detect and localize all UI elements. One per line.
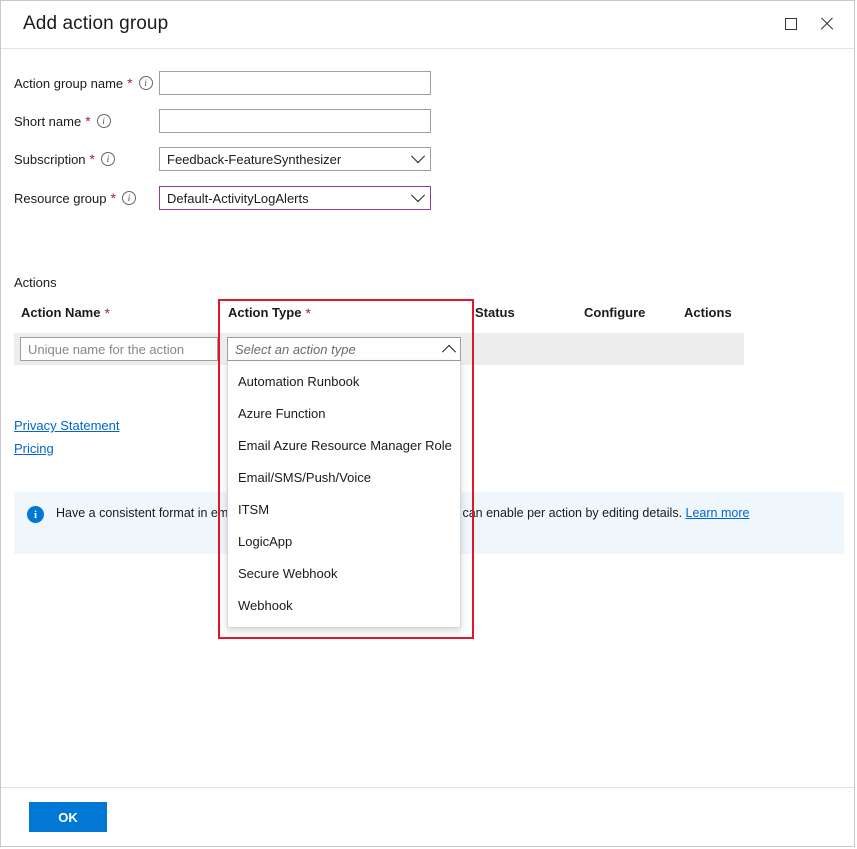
actions-table-header: Action Name * Action Type * Status Confi… <box>14 305 744 331</box>
label-text: Action group name <box>14 76 123 91</box>
document-links: Privacy Statement Pricing <box>14 418 120 464</box>
page-title: Add action group <box>23 13 168 35</box>
required-marker: * <box>111 191 116 205</box>
pricing-link[interactable]: Pricing <box>14 441 54 456</box>
short-name-input[interactable] <box>159 109 431 133</box>
chevron-down-icon <box>411 149 425 163</box>
subscription-value: Feedback-FeatureSynthesizer <box>167 152 341 167</box>
action-type-option[interactable]: Email Azure Resource Manager Role <box>228 429 460 461</box>
action-type-option[interactable]: ITSM <box>228 493 460 525</box>
field-row-short-name: Short name * i <box>14 109 431 133</box>
action-type-option[interactable]: Email/SMS/Push/Voice <box>228 461 460 493</box>
column-header-action-name: Action Name * <box>21 305 110 320</box>
privacy-statement-link[interactable]: Privacy Statement <box>14 418 120 433</box>
blade-footer: OK <box>1 787 854 846</box>
required-marker: * <box>90 152 95 166</box>
resource-group-value: Default-ActivityLogAlerts <box>167 191 309 206</box>
column-header-configure: Configure <box>584 305 645 320</box>
action-type-combobox-field[interactable]: Select an action type <box>227 337 461 361</box>
column-header-actions: Actions <box>684 305 732 320</box>
action-type-option[interactable]: Secure Webhook <box>228 557 460 589</box>
action-type-option[interactable]: Automation Runbook <box>228 365 460 397</box>
label-short-name: Short name * i <box>14 114 159 129</box>
resource-group-select[interactable]: Default-ActivityLogAlerts <box>159 186 431 210</box>
column-label: Status <box>475 305 515 320</box>
chevron-up-icon[interactable] <box>442 345 456 359</box>
label-resource-group: Resource group * i <box>14 191 159 206</box>
action-name-input[interactable] <box>20 337 218 361</box>
action-type-option[interactable]: Azure Function <box>228 397 460 429</box>
close-icon <box>819 16 835 32</box>
info-icon[interactable]: i <box>101 152 115 166</box>
action-type-option[interactable]: Webhook <box>228 589 460 621</box>
label-subscription: Subscription * i <box>14 152 159 167</box>
close-button[interactable] <box>810 7 844 41</box>
learn-more-link[interactable]: Learn more <box>686 506 750 520</box>
required-marker: * <box>104 306 109 320</box>
subscription-select[interactable]: Feedback-FeatureSynthesizer <box>159 147 431 171</box>
column-header-status: Status <box>475 305 515 320</box>
info-icon[interactable]: i <box>139 76 153 90</box>
label-text: Resource group <box>14 191 107 206</box>
chevron-down-icon <box>411 188 425 202</box>
label-action-group-name: Action group name * i <box>14 76 159 91</box>
info-icon[interactable]: i <box>122 191 136 205</box>
required-marker: * <box>305 306 310 320</box>
field-row-subscription: Subscription * i Feedback-FeatureSynthes… <box>14 147 431 171</box>
window-controls <box>774 7 844 41</box>
column-label: Action Type <box>228 305 301 320</box>
actions-section-heading: Actions <box>14 275 57 290</box>
add-action-group-blade: Add action group Action group name * i S… <box>0 0 855 847</box>
blade-content: Action group name * i Short name * i Sub… <box>1 49 854 789</box>
maximize-icon <box>785 18 797 30</box>
column-label: Actions <box>684 305 732 320</box>
field-row-resource-group: Resource group * i Default-ActivityLogAl… <box>14 186 431 210</box>
titlebar: Add action group <box>1 1 854 49</box>
field-row-action-group-name: Action group name * i <box>14 71 431 95</box>
column-header-action-type: Action Type * <box>228 305 311 320</box>
maximize-button[interactable] <box>774 7 808 41</box>
action-type-option-list: Automation Runbook Azure Function Email … <box>227 361 461 628</box>
action-type-combobox: Select an action type Automation Runbook… <box>227 337 461 628</box>
label-text: Subscription <box>14 152 86 167</box>
action-group-name-input[interactable] <box>159 71 431 95</box>
label-text: Short name <box>14 114 81 129</box>
info-circle-icon: i <box>27 506 44 523</box>
ok-button[interactable]: OK <box>29 802 107 832</box>
required-marker: * <box>127 76 132 90</box>
column-label: Configure <box>584 305 645 320</box>
action-type-option[interactable]: LogicApp <box>228 525 460 557</box>
action-type-placeholder: Select an action type <box>235 342 356 357</box>
info-icon[interactable]: i <box>97 114 111 128</box>
required-marker: * <box>85 114 90 128</box>
column-label: Action Name <box>21 305 100 320</box>
